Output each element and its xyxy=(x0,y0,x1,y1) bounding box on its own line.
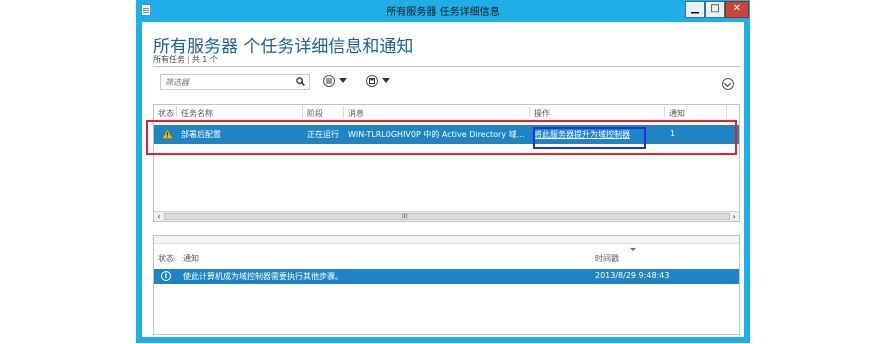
warning-icon xyxy=(162,129,173,139)
window-title: 所有服务器 任务详细信息 xyxy=(386,7,500,18)
minimize-button[interactable]: ▁ xyxy=(685,1,705,18)
maximize-button[interactable]: □ xyxy=(705,1,725,18)
column-header-status[interactable]: 状态 xyxy=(158,108,174,119)
column-divider xyxy=(176,106,177,117)
column-divider xyxy=(726,106,727,117)
notification-timestamp: 2013/8/29 9:48:43 xyxy=(595,271,670,280)
column-header-message[interactable]: 消息 xyxy=(348,108,364,119)
window-content: 所有服务器 个任务详细信息和通知 所有任务 | 共 1 个 筛选器 状态 任务名… xyxy=(142,22,744,337)
column-divider xyxy=(302,106,303,117)
divider xyxy=(153,66,740,67)
chevron-down-icon xyxy=(339,78,347,83)
column-header-notifications[interactable]: 通知 xyxy=(669,108,685,119)
tasks-count: 所有任务 | 共 1 个 xyxy=(153,54,218,65)
tasks-count-value: 共 1 个 xyxy=(191,55,218,64)
column-header-status[interactable]: 状态 xyxy=(158,253,174,264)
task-message: WIN-TLRL0GHIV0P 中的 Active Directory 域... xyxy=(348,130,525,139)
filter-input[interactable] xyxy=(165,76,285,88)
info-icon: i xyxy=(161,271,171,281)
table-row[interactable]: i 使此计算机成为域控制器需要执行其他步骤。 2013/8/29 9:48:43 xyxy=(154,269,739,284)
filter-box[interactable] xyxy=(160,74,310,90)
column-header-notification[interactable]: 通知 xyxy=(183,253,199,264)
separator: | xyxy=(187,55,190,64)
notification-text: 使此计算机成为域控制器需要执行其他步骤。 xyxy=(183,272,343,281)
chevron-down-icon xyxy=(382,78,390,83)
scroll-left-icon[interactable]: ‹ xyxy=(154,212,164,221)
notifications-table: 状态 通知 时间戳 i 使此计算机成为域控制器需要执行其他步骤。 2013/8/… xyxy=(153,235,740,335)
column-header-stage[interactable]: 阶段 xyxy=(307,108,323,119)
horizontal-scrollbar[interactable]: ‹ III › xyxy=(154,211,739,221)
task-details-window: 所有服务器 任务详细信息 ▁ □ ✕ 所有服务器 个任务详细信息和通知 所有任务… xyxy=(136,0,750,343)
tasks-table: 状态 任务名称 阶段 消息 操作 通知 部署后配置 正在运行 WIN-TLRL0… xyxy=(153,104,740,222)
title-bar[interactable]: 所有服务器 任务详细信息 ▁ □ ✕ xyxy=(136,0,750,22)
column-divider xyxy=(529,106,530,117)
sort-descending-icon xyxy=(630,248,636,251)
close-button[interactable]: ✕ xyxy=(725,1,749,18)
task-name: 部署后配置 xyxy=(181,130,221,139)
search-icon[interactable] xyxy=(296,77,305,86)
promote-to-dc-link[interactable]: 将此服务器提升为域控制器 xyxy=(534,129,630,140)
task-notifications-count: 1 xyxy=(670,129,676,138)
column-header-action[interactable]: 操作 xyxy=(534,108,550,119)
list-options-icon xyxy=(323,75,335,87)
scroll-grip: III xyxy=(402,213,408,220)
scroll-thumb[interactable]: III xyxy=(164,213,730,220)
collapse-icon[interactable] xyxy=(722,78,734,90)
notifications-table-header: 状态 通知 时间戳 xyxy=(154,248,739,265)
scroll-right-icon[interactable]: › xyxy=(729,212,739,221)
column-divider xyxy=(343,106,344,117)
task-stage: 正在运行 xyxy=(307,130,339,139)
tasks-table-header: 状态 任务名称 阶段 消息 操作 通知 xyxy=(154,105,739,119)
column-divider xyxy=(664,106,665,117)
column-header-task-name[interactable]: 任务名称 xyxy=(181,108,213,119)
notifications-splitter[interactable] xyxy=(154,236,739,244)
save-icon xyxy=(366,75,378,87)
table-row[interactable]: 部署后配置 正在运行 WIN-TLRL0GHIV0P 中的 Active Dir… xyxy=(154,125,739,144)
tasks-label: 所有任务 xyxy=(153,55,185,64)
column-header-timestamp[interactable]: 时间戳 xyxy=(595,253,619,264)
